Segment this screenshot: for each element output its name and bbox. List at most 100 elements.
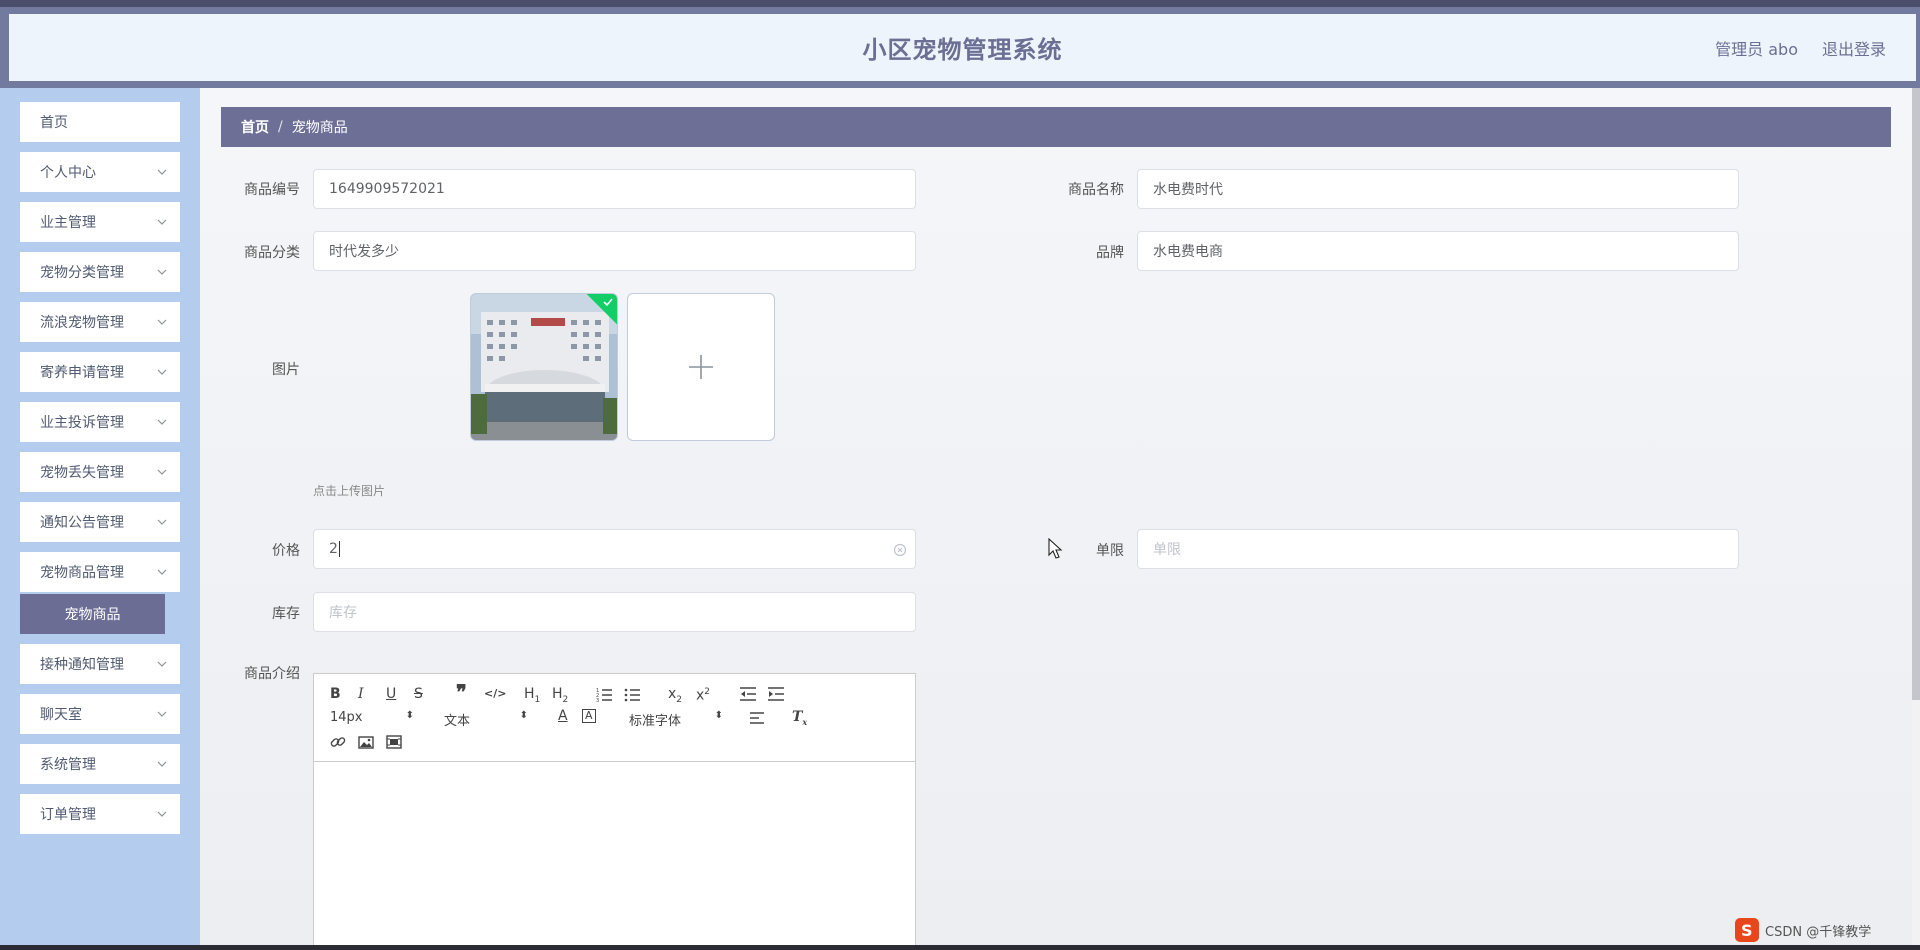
clear-format-button[interactable]: Tx bbox=[792, 709, 807, 730]
app-header: 小区宠物管理系统 管理员 abo 退出登录 bbox=[0, 7, 1920, 88]
bullet-list-icon[interactable] bbox=[624, 686, 640, 702]
sidebar-item[interactable]: 接种通知管理 bbox=[20, 644, 180, 684]
sidebar-item-label: 个人中心 bbox=[40, 165, 96, 181]
block-type-select[interactable]: 文本 ⬍ bbox=[444, 710, 528, 729]
font-size-select[interactable]: 14px ⬍ bbox=[330, 710, 414, 725]
header-bar: 小区宠物管理系统 管理员 abo 退出登录 bbox=[9, 14, 1916, 81]
sidebar-item[interactable]: 首页 bbox=[20, 102, 180, 142]
sidebar-item[interactable]: 流浪宠物管理 bbox=[20, 302, 180, 342]
sidebar-item[interactable]: 个人中心 bbox=[20, 152, 180, 192]
chevron-down-icon bbox=[157, 469, 167, 475]
text-caret bbox=[338, 541, 340, 557]
scrollbar-thumb[interactable] bbox=[1912, 88, 1920, 700]
sidebar-item-label: 寄养申请管理 bbox=[40, 365, 124, 381]
code-block-button[interactable]: </> bbox=[484, 686, 506, 702]
sidebar-subitem-pet-products[interactable]: 宠物商品 bbox=[20, 594, 165, 634]
product-name-value: 水电费时代 bbox=[1153, 182, 1223, 198]
chevron-down-icon bbox=[157, 519, 167, 525]
breadcrumb-home[interactable]: 首页 bbox=[241, 117, 269, 137]
quote-button[interactable]: ❞ bbox=[456, 682, 467, 702]
font-color-button[interactable]: A bbox=[558, 708, 568, 724]
sidebar-item[interactable]: 系统管理 bbox=[20, 744, 180, 784]
sidebar-item[interactable]: 通知公告管理 bbox=[20, 502, 180, 542]
price-input[interactable]: 2 bbox=[313, 529, 916, 569]
outdent-icon[interactable] bbox=[740, 686, 756, 702]
chevron-down-icon bbox=[157, 269, 167, 275]
logout-button[interactable]: 退出登录 bbox=[1822, 36, 1886, 60]
stock-placeholder: 库存 bbox=[329, 605, 357, 621]
watermark: S CSDN @千锋教学 bbox=[1735, 918, 1871, 942]
plus-icon bbox=[689, 355, 713, 379]
brand-input[interactable]: 水电费电商 bbox=[1137, 231, 1739, 271]
underline-button[interactable]: U bbox=[386, 686, 396, 702]
image-icon[interactable] bbox=[358, 734, 374, 750]
sidebar-item-label: 流浪宠物管理 bbox=[40, 315, 124, 331]
sidebar-item[interactable]: 业主投诉管理 bbox=[20, 402, 180, 442]
italic-button[interactable]: I bbox=[358, 686, 364, 702]
block-type-value: 文本 bbox=[444, 714, 471, 729]
sidebar-item[interactable]: 业主管理 bbox=[20, 202, 180, 242]
chevron-down-icon bbox=[157, 369, 167, 375]
subscript-button[interactable]: x2 bbox=[668, 686, 682, 708]
superscript-button[interactable]: x2 bbox=[696, 684, 710, 704]
select-arrows-icon: ⬍ bbox=[519, 710, 528, 721]
scrollbar-track[interactable] bbox=[1912, 88, 1920, 945]
editor-content-area[interactable] bbox=[314, 762, 915, 950]
product-name-input[interactable]: 水电费时代 bbox=[1137, 169, 1739, 209]
link-icon[interactable] bbox=[330, 734, 346, 750]
editor-toolbar: B I U S ❞ </> H1 H2 1 2 3 x2 x2 14px ⬍ 文… bbox=[314, 674, 915, 762]
clear-icon[interactable] bbox=[893, 543, 907, 557]
sidebar-item-label: 聊天室 bbox=[40, 707, 82, 723]
category-label: 商品分类 bbox=[244, 245, 300, 261]
align-icon[interactable] bbox=[750, 710, 766, 726]
select-arrows-icon: ⬍ bbox=[714, 710, 723, 721]
upload-add-button[interactable] bbox=[627, 293, 775, 441]
rich-text-editor[interactable]: B I U S ❞ </> H1 H2 1 2 3 x2 x2 14px ⬍ 文… bbox=[313, 673, 916, 950]
category-input[interactable]: 时代发多少 bbox=[313, 231, 916, 271]
sidebar-item[interactable]: 宠物丢失管理 bbox=[20, 452, 180, 492]
font-family-select[interactable]: 标准字体 ⬍ bbox=[629, 710, 723, 729]
limit-input[interactable]: 单限 bbox=[1137, 529, 1739, 569]
price-label: 价格 bbox=[272, 543, 300, 559]
sidebar-item-label: 通知公告管理 bbox=[40, 515, 124, 531]
stock-input[interactable]: 库存 bbox=[313, 592, 916, 632]
chevron-down-icon bbox=[157, 219, 167, 225]
mouse-pointer-icon bbox=[1048, 538, 1063, 559]
product-code-value: 1649909572021 bbox=[329, 181, 445, 197]
sidebar-item[interactable]: 寄养申请管理 bbox=[20, 352, 180, 392]
chevron-down-icon bbox=[157, 319, 167, 325]
strike-button[interactable]: S bbox=[414, 686, 423, 702]
sidebar-item[interactable]: 宠物分类管理 bbox=[20, 252, 180, 292]
chevron-down-icon bbox=[157, 169, 167, 175]
sidebar-item-label: 宠物丢失管理 bbox=[40, 465, 124, 481]
header1-button[interactable]: H1 bbox=[524, 686, 540, 708]
chevron-down-icon bbox=[157, 661, 167, 667]
ordered-list-icon[interactable]: 1 2 3 bbox=[596, 686, 612, 702]
intro-label: 商品介绍 bbox=[244, 666, 300, 682]
product-name-label: 商品名称 bbox=[1068, 182, 1124, 198]
chevron-down-icon bbox=[157, 761, 167, 767]
video-icon[interactable] bbox=[386, 734, 402, 750]
sidebar-item[interactable]: 订单管理 bbox=[20, 794, 180, 834]
sidebar-item[interactable]: 宠物商品管理 bbox=[20, 552, 180, 592]
app-title: 小区宠物管理系统 bbox=[862, 36, 1063, 64]
header2-button[interactable]: H2 bbox=[552, 686, 568, 708]
chevron-down-icon bbox=[157, 811, 167, 817]
image-label: 图片 bbox=[272, 362, 300, 378]
uploaded-image-thumbnail[interactable] bbox=[470, 293, 618, 441]
indent-icon[interactable] bbox=[768, 686, 784, 702]
admin-user-label: 管理员 abo bbox=[1715, 39, 1798, 59]
background-color-button[interactable]: A bbox=[582, 709, 596, 723]
product-code-input[interactable]: 1649909572021 bbox=[313, 169, 916, 209]
building-photo bbox=[471, 294, 617, 440]
sidebar-item[interactable]: 聊天室 bbox=[20, 694, 180, 734]
upload-tip: 点击上传图片 bbox=[313, 484, 386, 498]
bold-button[interactable]: B bbox=[330, 686, 341, 702]
sidebar-item-label: 业主管理 bbox=[40, 215, 96, 231]
breadcrumb-current: 宠物商品 bbox=[291, 120, 348, 136]
sidebar-item-label: 系统管理 bbox=[40, 757, 96, 773]
breadcrumb-separator: / bbox=[278, 119, 283, 135]
sidebar-item-label: 业主投诉管理 bbox=[40, 415, 124, 431]
svg-text:S: S bbox=[1741, 921, 1753, 940]
sidebar-item-label: 宠物分类管理 bbox=[40, 265, 124, 281]
